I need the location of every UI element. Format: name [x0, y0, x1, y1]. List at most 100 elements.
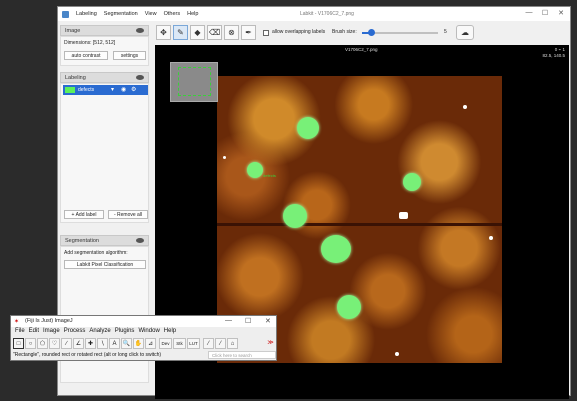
scan-line-artifact [217, 223, 502, 226]
label-blob [337, 295, 361, 319]
brush-size-knob[interactable] [368, 29, 375, 36]
overview-thumbnail[interactable] [170, 62, 218, 102]
label-blob [247, 162, 263, 178]
label-blob [403, 173, 421, 191]
gear-icon[interactable]: ⚙ [131, 86, 136, 93]
chevron-down-icon[interactable]: ▾ [111, 86, 114, 93]
brush-size-label: Brush size: [332, 29, 357, 35]
fiji-title: (Fiji Is Just) ImageJ [25, 318, 73, 324]
close-button[interactable]: ✕ [554, 9, 568, 17]
label-blob [297, 117, 319, 139]
allow-overlap-label: allow overlapping labels [272, 29, 326, 35]
more-tools-icon[interactable]: ≫ [265, 338, 276, 349]
minimize-button[interactable]: — [522, 9, 536, 16]
remove-label-icon[interactable]: ⊗ [224, 25, 239, 40]
window-title: Labkit - V1706C2_7.png [300, 11, 354, 17]
flood-fill-tool-icon[interactable]: ⌂ [227, 338, 238, 349]
rectangle-tool-icon[interactable]: □ [13, 338, 24, 349]
polygon-tool-icon[interactable]: ⬠ [37, 338, 48, 349]
fiji-menu-analyze[interactable]: Analyze [89, 328, 110, 337]
menu-labeling[interactable]: Labeling [76, 11, 97, 17]
eye-icon[interactable]: ◉ [121, 86, 126, 93]
image-panel-header[interactable]: Image [60, 25, 149, 36]
cursor-coordinates: 82.5, 140.5 [542, 53, 565, 58]
fiji-status-text: "Rectangle", rounded rect or rotated rec… [13, 352, 162, 358]
image-panel-title: Image [65, 28, 81, 34]
picker-icon[interactable]: ✒ [241, 25, 256, 40]
bright-spot [395, 352, 399, 356]
brain-icon[interactable]: ☁ [456, 25, 474, 40]
toolbar: ✥ ✎ ◆ ⌫ ⊗ ✒ allow overlapping labels Bru… [154, 23, 570, 43]
settings-button[interactable]: settings [113, 51, 146, 60]
fiji-menu-image[interactable]: Image [43, 328, 60, 337]
label-blob [283, 204, 307, 228]
label-color-swatch[interactable] [65, 87, 75, 93]
eraser-icon[interactable]: ⌫ [207, 25, 222, 40]
fiji-menu-window[interactable]: Window [138, 328, 159, 337]
eye-icon[interactable] [136, 75, 144, 80]
hand-tool-icon[interactable]: ✋ [133, 338, 144, 349]
fiji-close-button[interactable]: ✕ [265, 317, 271, 325]
fiji-menu-plugins[interactable]: Plugins [115, 328, 135, 337]
stack-tool-icon[interactable]: Stk [173, 338, 186, 349]
fiji-minimize-button[interactable]: — [225, 317, 232, 324]
bright-spot [463, 105, 467, 109]
labeling-panel-body: defects ▾ ◉ ⚙ + Add label - Remove all [60, 83, 149, 223]
bright-spot [399, 212, 408, 219]
fiji-toolbar: □ ○ ⬠ ♡ ∕ ∠ ✚ ∖ A 🔍 ✋ ⊿ Dev Stk LUT ⁄ ⁄ … [13, 338, 277, 350]
eye-icon[interactable] [136, 238, 144, 243]
auto-contrast-button[interactable]: auto contrast [64, 51, 108, 60]
menu-others[interactable]: Others [164, 11, 181, 17]
menu-view[interactable]: View [145, 11, 157, 17]
fiji-logo-icon: ✶ [14, 319, 20, 325]
labeling-panel-title: Labeling [65, 75, 86, 81]
oval-tool-icon[interactable]: ○ [25, 338, 36, 349]
dimensions-text: Dimensions: [512, 512] [64, 40, 116, 46]
overview-viewport [178, 67, 211, 96]
point-tool-icon[interactable]: ✚ [85, 338, 96, 349]
eye-icon[interactable] [136, 28, 144, 33]
add-algorithm-text: Add segmentation algorithm: [64, 250, 128, 256]
color-picker-icon[interactable]: ⊿ [145, 338, 156, 349]
fiji-search-input[interactable]: Click here to search [208, 351, 276, 359]
label-tooltip: defects [263, 173, 276, 178]
maximize-button[interactable]: ☐ [538, 9, 552, 17]
labkit-titlebar: Labeling Segmentation View Others Help L… [58, 7, 570, 21]
fiji-menu-process[interactable]: Process [64, 328, 86, 337]
labeling-panel-header[interactable]: Labeling [60, 72, 149, 83]
fiji-window: ✶ (Fiji Is Just) ImageJ — ☐ ✕ File Edit … [10, 315, 277, 361]
dev-tool-icon[interactable]: Dev [159, 338, 172, 349]
add-label-button[interactable]: + Add label [64, 210, 104, 219]
pencil-icon[interactable]: ✎ [173, 25, 188, 40]
label-row-defects[interactable]: defects ▾ ◉ ⚙ [63, 85, 148, 95]
brush-tool-icon[interactable]: ⁄ [215, 338, 226, 349]
fiji-menu-help[interactable]: Help [164, 328, 176, 337]
freehand-tool-icon[interactable]: ♡ [49, 338, 60, 349]
pixel-classification-button[interactable]: Labkit Pixel Classification [64, 260, 146, 269]
line-tool-icon[interactable]: ∕ [61, 338, 72, 349]
text-tool-icon[interactable]: A [109, 338, 120, 349]
brush-size-value: 5 [444, 29, 447, 35]
wand-tool-icon[interactable]: ∖ [97, 338, 108, 349]
image-name: V1706C2_7.png [345, 47, 378, 52]
fiji-menubar: File Edit Image Process Analyze Plugins … [11, 328, 276, 337]
pencil-tool-icon[interactable]: ⁄ [203, 338, 214, 349]
fiji-maximize-button[interactable]: ☐ [245, 317, 251, 325]
menu-help[interactable]: Help [187, 11, 198, 17]
angle-tool-icon[interactable]: ∠ [73, 338, 84, 349]
segmentation-panel-header[interactable]: Segmentation [60, 235, 149, 246]
label-blob [321, 235, 351, 263]
menu-segmentation[interactable]: Segmentation [104, 11, 138, 17]
fiji-menu-edit[interactable]: Edit [29, 328, 39, 337]
lut-tool-icon[interactable]: LUT [187, 338, 200, 349]
fiji-menu-file[interactable]: File [15, 328, 25, 337]
segmentation-panel-title: Segmentation [65, 238, 99, 244]
allow-overlap-checkbox[interactable] [263, 30, 269, 36]
flood-fill-icon[interactable]: ◆ [190, 25, 205, 40]
image-panel-body: Dimensions: [512, 512] auto contrast set… [60, 36, 149, 66]
fiji-titlebar: ✶ (Fiji Is Just) ImageJ — ☐ ✕ [11, 316, 276, 327]
remove-all-button[interactable]: - Remove all [108, 210, 148, 219]
move-icon[interactable]: ✥ [156, 25, 171, 40]
bright-spot [223, 156, 226, 159]
zoom-tool-icon[interactable]: 🔍 [121, 338, 132, 349]
